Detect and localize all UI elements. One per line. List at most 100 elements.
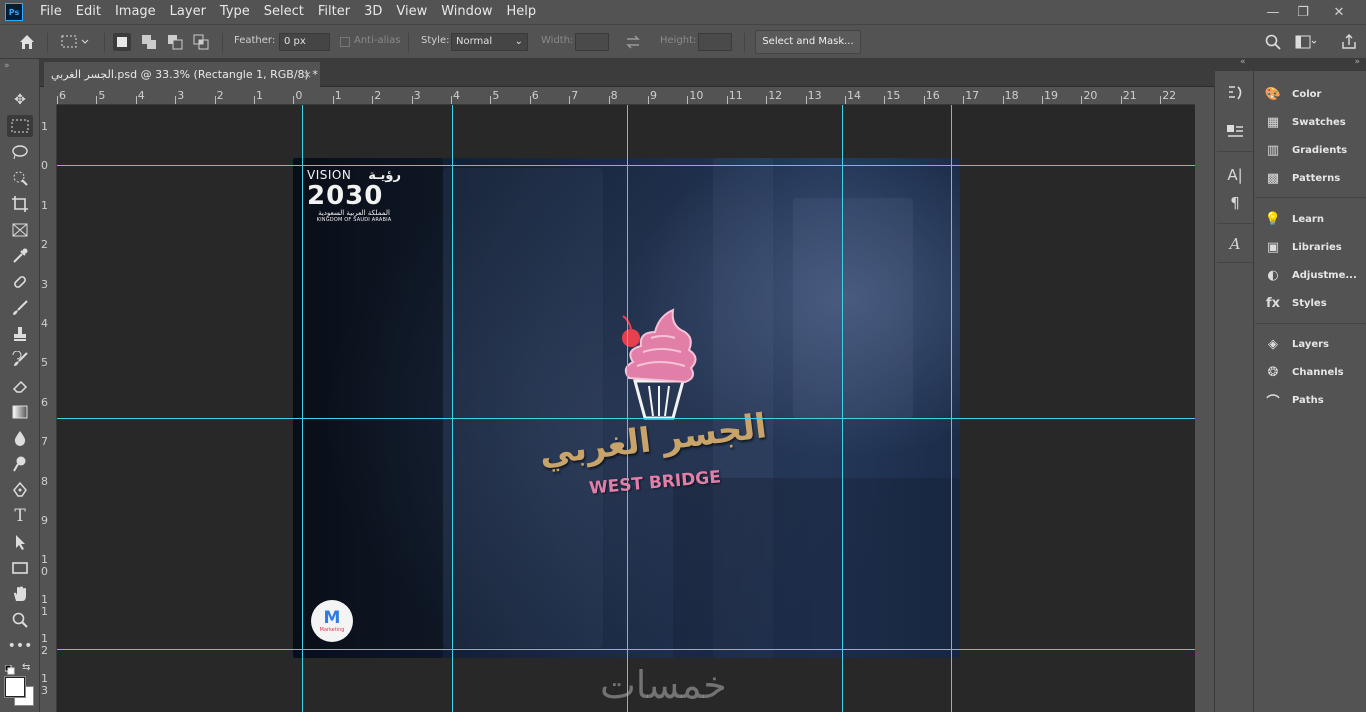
ruler-tick-label: 20 bbox=[1083, 89, 1098, 102]
anti-alias-checkbox[interactable] bbox=[340, 37, 350, 47]
healing-brush-tool-icon[interactable] bbox=[7, 271, 33, 293]
restore-button[interactable]: ❐ bbox=[1286, 0, 1320, 24]
menu-edit[interactable]: Edit bbox=[69, 0, 108, 24]
guide-vertical[interactable] bbox=[452, 105, 453, 712]
rectangle-tool-icon[interactable] bbox=[7, 557, 33, 579]
dodge-tool-icon[interactable] bbox=[7, 453, 33, 475]
gradients-icon: ▥ bbox=[1266, 142, 1280, 158]
more-tools-icon[interactable]: ••• bbox=[7, 635, 33, 657]
foreground-color-swatch[interactable] bbox=[5, 677, 25, 697]
guide-vertical[interactable] bbox=[842, 105, 843, 712]
menu-file[interactable]: File bbox=[33, 0, 69, 24]
workspace-icon[interactable] bbox=[1294, 33, 1318, 51]
marquee-tool-icon[interactable] bbox=[7, 115, 33, 137]
share-icon[interactable] bbox=[1340, 33, 1358, 51]
paragraph-icon[interactable]: ¶ bbox=[1225, 193, 1245, 213]
horizontal-ruler[interactable]: 6 5 4 3 2 1 0 1 2 3 4 5 6 7 8 9 10 11 12 13 14 15 16 17 18 19 20 21… bbox=[57, 87, 1195, 105]
panel-item-gradients[interactable]: ▥ Gradients bbox=[1264, 139, 1364, 161]
lasso-tool-icon[interactable] bbox=[7, 141, 33, 163]
vertical-ruler[interactable]: 101234567891 01 11 21 3 bbox=[40, 105, 57, 712]
zoom-tool-icon[interactable] bbox=[7, 609, 33, 631]
close-tab-icon[interactable]: × bbox=[303, 68, 312, 81]
swap-dimensions-icon[interactable] bbox=[624, 33, 642, 51]
ruler-tick-label: 1 bbox=[41, 198, 48, 212]
ruler-tick-label: 1 0 bbox=[41, 553, 48, 579]
document-tab[interactable]: الجسر الغربي.psd @ 33.3% (Rectangle 1, R… bbox=[44, 62, 320, 87]
height-input[interactable] bbox=[698, 33, 732, 51]
new-selection-icon[interactable] bbox=[113, 33, 131, 51]
hand-tool-icon[interactable] bbox=[7, 583, 33, 605]
move-tool-icon[interactable]: ✥ bbox=[7, 89, 33, 111]
gradient-tool-icon[interactable] bbox=[7, 401, 33, 423]
guide-horizontal[interactable] bbox=[57, 418, 1195, 419]
crop-tool-icon[interactable] bbox=[7, 193, 33, 215]
panel-item-layers[interactable]: ◈ Layers bbox=[1264, 333, 1364, 355]
type-tool-icon[interactable]: T bbox=[7, 505, 33, 527]
rectangular-marquee-preset-icon[interactable] bbox=[60, 33, 89, 51]
channels-icon: ❂ bbox=[1267, 364, 1279, 380]
panel-item-adjustme[interactable]: ◐ Adjustme... bbox=[1264, 264, 1364, 286]
panel-item-libraries[interactable]: ▣ Libraries bbox=[1264, 236, 1364, 258]
history-brush-tool-icon[interactable] bbox=[7, 349, 33, 371]
menu-type[interactable]: Type bbox=[213, 0, 257, 24]
blur-tool-icon[interactable] bbox=[7, 427, 33, 449]
menu-window[interactable]: Window bbox=[434, 0, 499, 24]
eyedropper-tool-icon[interactable] bbox=[7, 245, 33, 267]
menu-layer[interactable]: Layer bbox=[163, 0, 213, 24]
swap-colors-icon[interactable]: ⇆ bbox=[22, 662, 30, 673]
canvas-area[interactable]: VISION رؤيـة 2030 المملكة العربية السعود… bbox=[57, 105, 1195, 712]
clone-stamp-tool-icon[interactable] bbox=[7, 323, 33, 345]
pen-tool-icon[interactable] bbox=[7, 479, 33, 501]
ruler-tick-label: 2 bbox=[41, 238, 48, 252]
path-selection-tool-icon[interactable] bbox=[7, 531, 33, 553]
panel-item-paths[interactable]: ⌒ Paths bbox=[1264, 389, 1364, 411]
feather-input[interactable]: 0 px bbox=[279, 33, 330, 51]
panel-item-label: Styles bbox=[1292, 297, 1327, 309]
ruler-tick-label: 7 bbox=[571, 89, 579, 102]
collapse-icon[interactable]: » bbox=[1354, 57, 1360, 67]
select-and-mask-button[interactable]: Select and Mask... bbox=[755, 30, 861, 54]
glyphs-icon[interactable]: A bbox=[1225, 234, 1245, 254]
subtract-from-selection-icon[interactable] bbox=[166, 33, 184, 51]
panel-item-swatches[interactable]: ▦ Swatches bbox=[1264, 111, 1364, 133]
quick-selection-tool-icon[interactable] bbox=[7, 167, 33, 189]
guide-horizontal[interactable] bbox=[57, 165, 1195, 166]
default-colors-icon[interactable] bbox=[4, 664, 15, 678]
menu-3d[interactable]: 3D bbox=[357, 0, 389, 24]
panel-item-styles[interactable]: fx Styles bbox=[1264, 292, 1364, 314]
intersect-selection-icon[interactable] bbox=[192, 33, 210, 51]
frame-tool-icon[interactable] bbox=[7, 219, 33, 241]
collapse-icon[interactable]: » bbox=[4, 61, 10, 71]
search-icon[interactable] bbox=[1264, 33, 1282, 51]
panel-item-patterns[interactable]: ▩ Patterns bbox=[1264, 167, 1364, 189]
menu-filter[interactable]: Filter bbox=[311, 0, 357, 24]
menu-select[interactable]: Select bbox=[257, 0, 311, 24]
properties-icon[interactable] bbox=[1225, 121, 1245, 141]
guide-vertical[interactable] bbox=[302, 105, 303, 712]
collapse-icon[interactable]: « bbox=[1240, 57, 1246, 67]
guide-vertical[interactable] bbox=[627, 105, 628, 712]
minimize-button[interactable]: — bbox=[1256, 0, 1290, 24]
marketing-badge: M Marketing bbox=[311, 600, 353, 642]
menu-view[interactable]: View bbox=[389, 0, 434, 24]
guide-horizontal[interactable] bbox=[57, 649, 1195, 650]
history-icon[interactable] bbox=[1225, 83, 1245, 103]
panel-item-label: Paths bbox=[1292, 394, 1324, 406]
width-input[interactable] bbox=[575, 33, 609, 51]
style-select[interactable]: Normal ⌄ bbox=[451, 33, 528, 51]
panel-item-channels[interactable]: ❂ Channels bbox=[1264, 361, 1364, 383]
ruler-tick-label: 6 bbox=[59, 89, 66, 102]
menu-image[interactable]: Image bbox=[108, 0, 163, 24]
panel-dock-icons: « A| ¶ A bbox=[1214, 57, 1255, 712]
brush-tool-icon[interactable] bbox=[7, 297, 33, 319]
panel-item-color[interactable]: 🎨 Color bbox=[1264, 83, 1364, 105]
styles-icon: fx bbox=[1265, 295, 1281, 311]
panel-item-learn[interactable]: 💡 Learn bbox=[1264, 208, 1364, 230]
add-to-selection-icon[interactable] bbox=[140, 33, 158, 51]
home-icon[interactable] bbox=[18, 33, 36, 51]
character-icon[interactable]: A| bbox=[1225, 165, 1245, 185]
close-button[interactable]: ✕ bbox=[1322, 0, 1356, 24]
eraser-tool-icon[interactable] bbox=[7, 375, 33, 397]
menu-help[interactable]: Help bbox=[500, 0, 544, 24]
guide-vertical[interactable] bbox=[951, 105, 952, 712]
